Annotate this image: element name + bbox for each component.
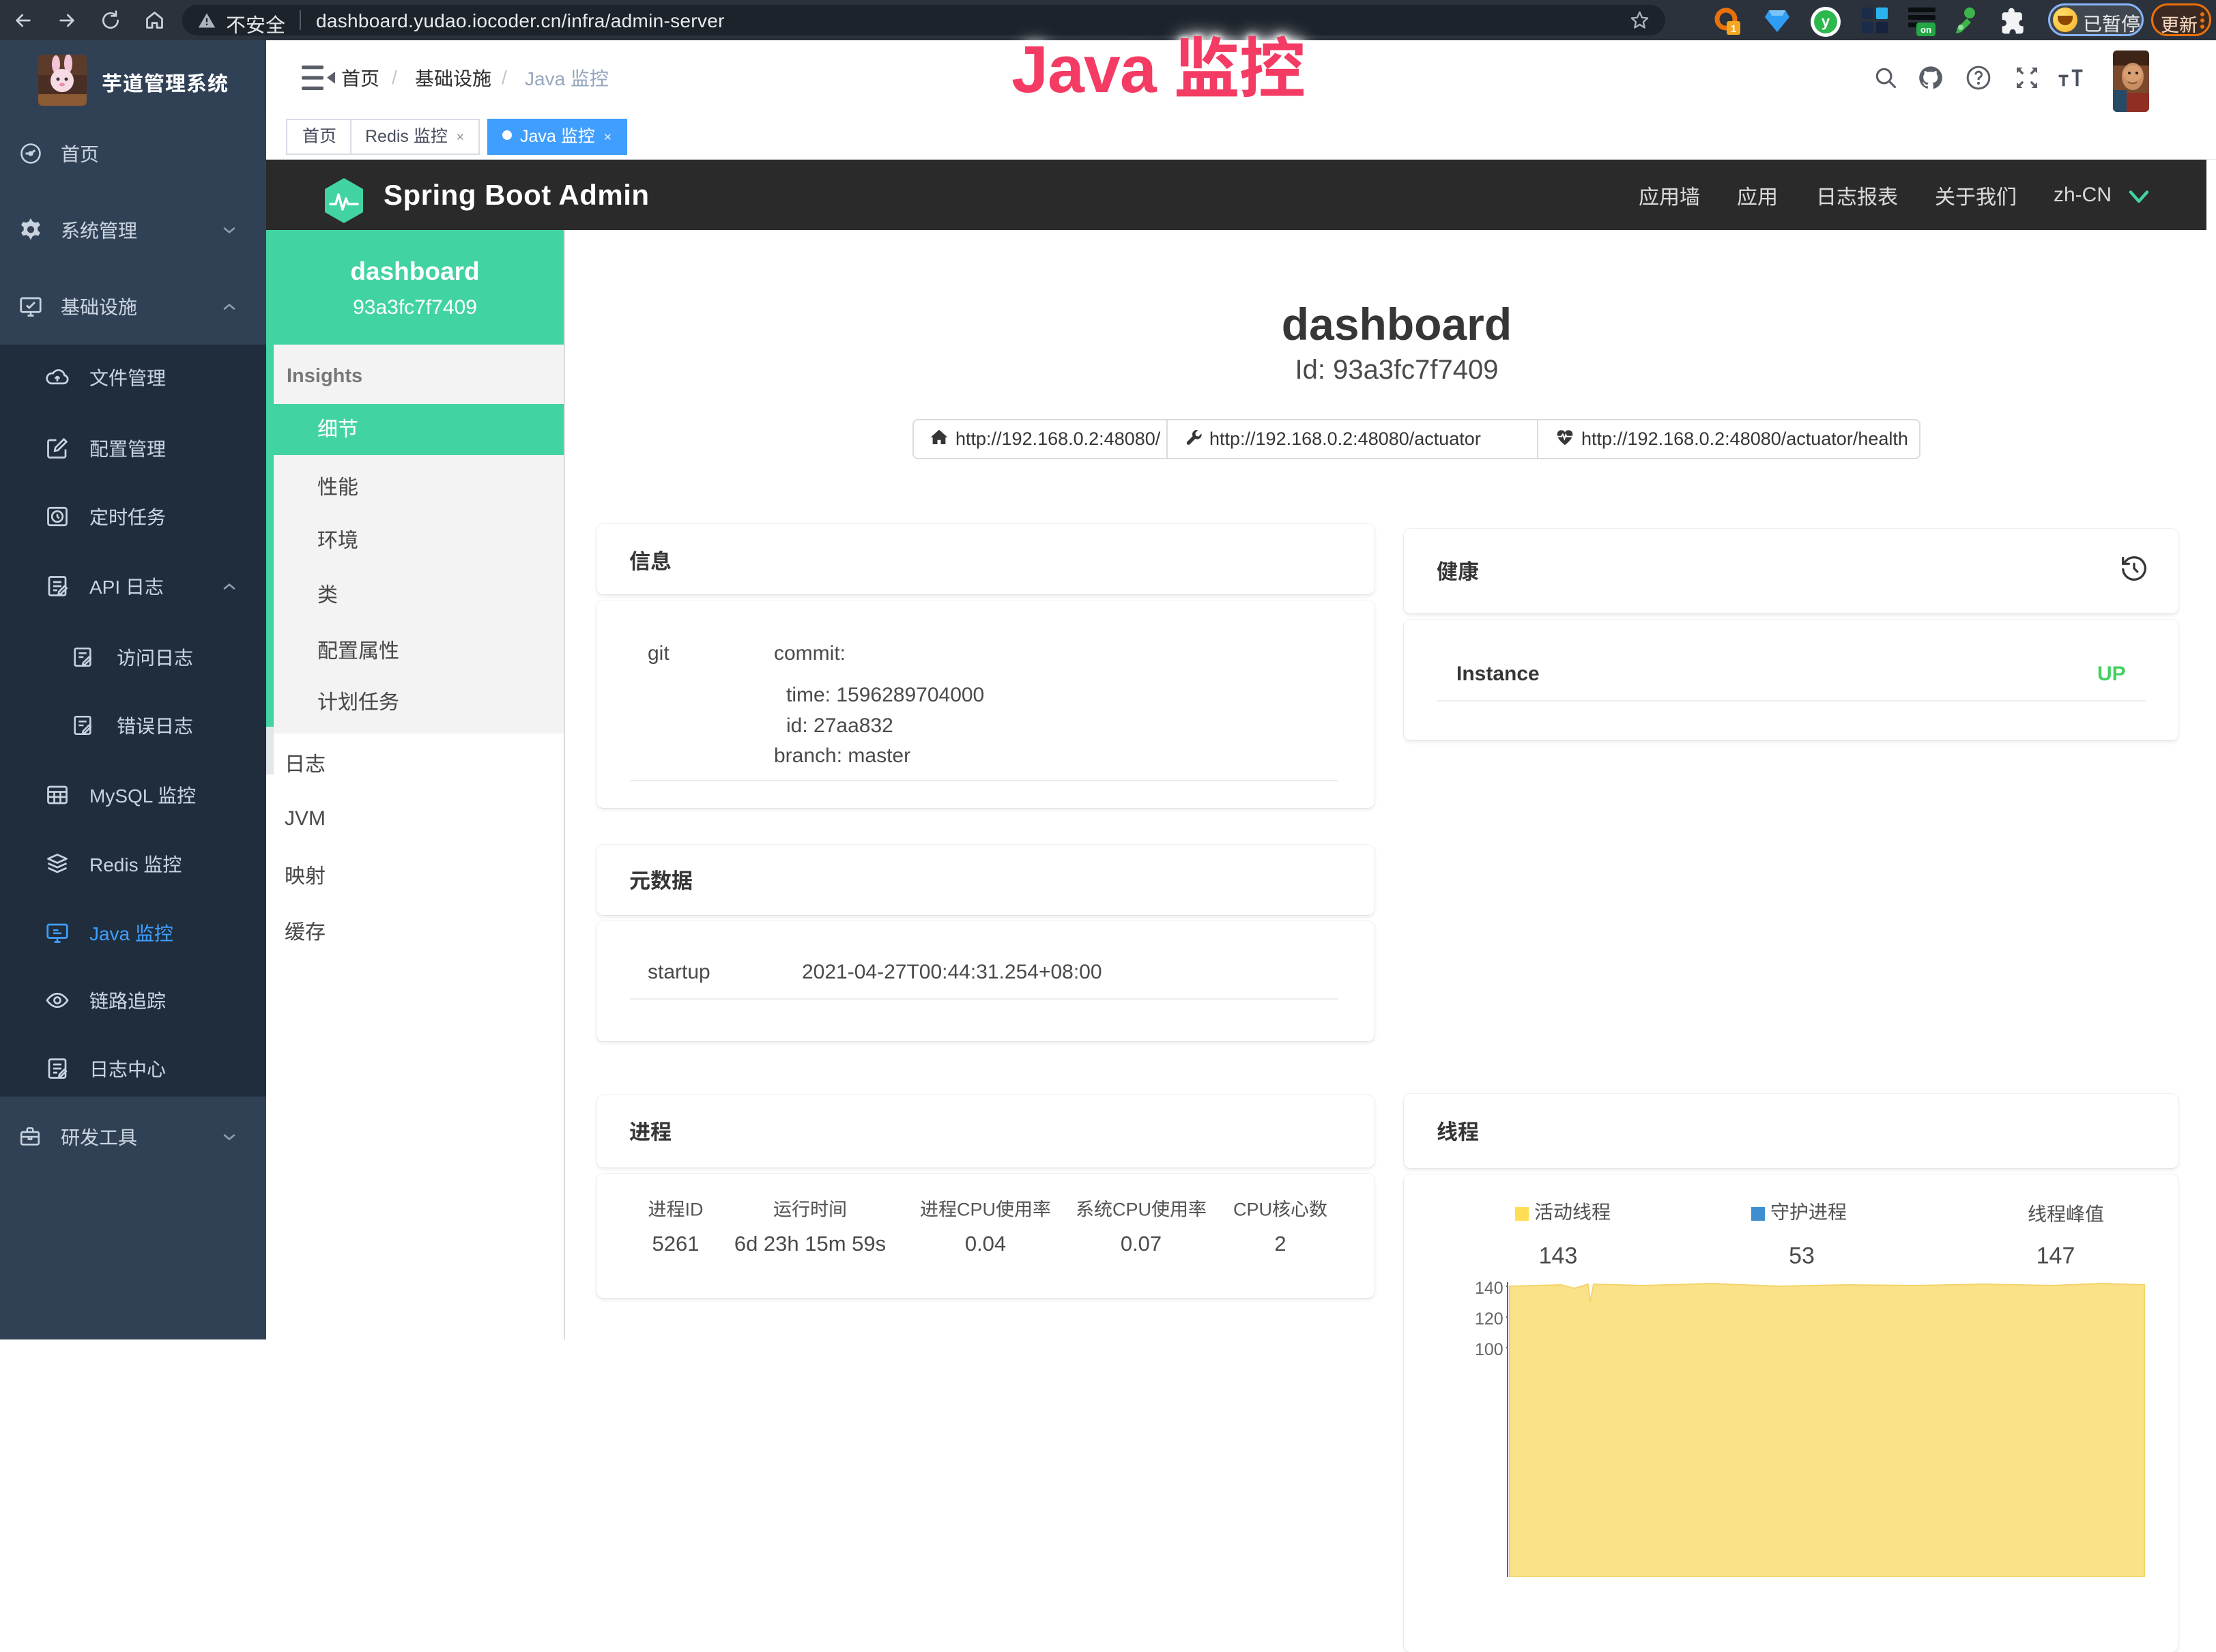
svg-text:1: 1 xyxy=(1731,23,1736,35)
svg-text:on: on xyxy=(1920,25,1931,35)
svg-text:y: y xyxy=(1822,13,1830,30)
